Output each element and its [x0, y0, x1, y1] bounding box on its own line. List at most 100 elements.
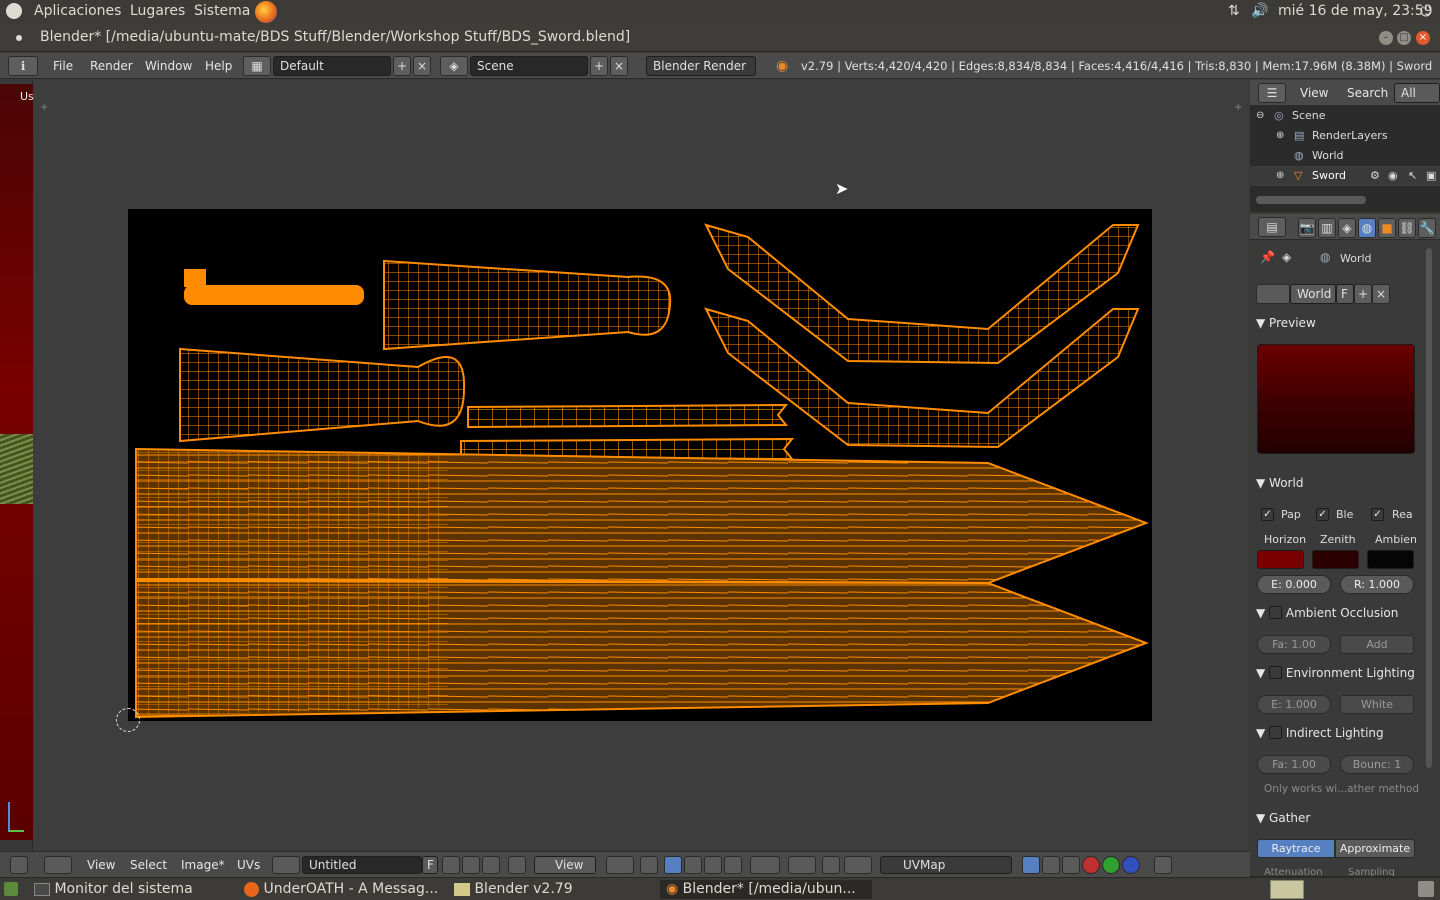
uv-island-guard-top[interactable] — [467, 403, 789, 429]
viewport-sliver[interactable]: Us — [0, 84, 34, 840]
menu-render[interactable]: Render — [90, 59, 133, 73]
tab-modifiers-icon[interactable]: 🔧 — [1418, 218, 1436, 238]
menu-file[interactable]: File — [53, 59, 73, 73]
gather-approximate-tab[interactable]: Approximate — [1335, 839, 1415, 858]
indirect-bounces-field[interactable]: Bounc: 1 — [1340, 755, 1414, 774]
uv-island-handle-bottom[interactable] — [179, 347, 466, 443]
collapse-icon[interactable]: ⊖ — [1256, 106, 1264, 126]
uv-menu-uvs[interactable]: UVs — [237, 858, 260, 872]
uv-menu-view[interactable]: View — [87, 858, 115, 872]
uv-editor-type-icon[interactable] — [44, 856, 72, 874]
outliner-display-mode[interactable]: All Scen — [1394, 83, 1440, 118]
menu-help[interactable]: Help — [205, 59, 232, 73]
panel-preview[interactable]: ▼ Preview — [1256, 312, 1418, 334]
edge-select-icon[interactable] — [684, 856, 702, 874]
snap-element-icon[interactable] — [844, 856, 872, 874]
tab-world-icon[interactable]: ◍ — [1358, 218, 1376, 238]
clock[interactable]: mié 16 de may, 23:59 — [1278, 3, 1433, 19]
island-select-icon[interactable] — [724, 856, 742, 874]
expand-toolshelf-icon[interactable]: + — [40, 102, 48, 113]
taskbar-item-firefox[interactable]: UnderOATH - A Messag... — [244, 880, 438, 899]
image-browse-icon[interactable] — [272, 856, 300, 874]
ao-factor-field[interactable]: Fa: 1.00 — [1257, 635, 1331, 654]
panel-world[interactable]: ▼ World — [1256, 472, 1418, 494]
world-datablock-field[interactable]: World — [1290, 284, 1336, 304]
outliner-item-renderlayers[interactable]: ⊕ ▤ RenderLayers — [1250, 126, 1440, 146]
outliner-item-world[interactable]: ◍ World — [1250, 146, 1440, 166]
scene-field[interactable]: Scene — [470, 56, 588, 76]
taskbar-item-monitor[interactable]: Monitor del sistema — [34, 880, 193, 899]
uv-image-editor[interactable]: + + ➤ — [34, 80, 1248, 850]
range-field[interactable]: R: 1.000 — [1340, 575, 1414, 594]
firefox-icon[interactable] — [255, 1, 277, 23]
outliner-item-sword[interactable]: ⊕ ▽ Sword ⚙ ◉ ↖ ▣ — [1250, 166, 1440, 186]
uvmap-select[interactable]: UVMap — [880, 856, 1012, 874]
channel-blue-icon[interactable] — [1122, 856, 1140, 874]
pin-icon[interactable]: 📌 — [1260, 250, 1275, 264]
env-checkbox[interactable] — [1269, 666, 1283, 679]
view-mode-select[interactable]: View — [534, 856, 596, 874]
properties-scrollbar[interactable] — [1426, 248, 1432, 768]
indirect-factor-field[interactable]: Fa: 1.00 — [1257, 755, 1331, 774]
zenith-color-swatch[interactable] — [1312, 550, 1359, 569]
fake-user-button[interactable]: F — [1336, 284, 1354, 304]
world-browse-icon[interactable] — [1256, 284, 1290, 304]
channel-green-icon[interactable] — [1102, 856, 1120, 874]
screen-layout-icon[interactable]: ▦ — [243, 56, 271, 76]
snap-icon[interactable] — [822, 856, 840, 874]
checker-icon[interactable] — [1042, 856, 1060, 874]
maximize-button[interactable]: □ — [1397, 31, 1411, 45]
volume-icon[interactable]: 🔊 — [1251, 3, 1268, 19]
outliner-scrollbar[interactable] — [1256, 196, 1366, 204]
tab-object-icon[interactable]: ■ — [1378, 218, 1396, 238]
ao-blend-select[interactable]: Add — [1340, 635, 1414, 654]
uv-island-grip[interactable] — [184, 269, 364, 305]
network-icon[interactable]: ⇅ — [1228, 3, 1240, 19]
taskbar-item-blender[interactable]: ◉ Blender* [/media/ubun... — [660, 880, 872, 899]
tab-scene-icon[interactable]: ◈ — [1338, 218, 1356, 238]
horizon-color-swatch[interactable] — [1257, 550, 1304, 569]
editor-type-info-icon[interactable]: ℹ — [8, 56, 38, 76]
render-engine-select[interactable]: Blender Render — [646, 56, 756, 76]
trash-icon[interactable] — [1418, 881, 1434, 897]
expand-sidebar-icon[interactable]: + — [1234, 102, 1242, 113]
editor-type-properties-icon[interactable]: ▤ — [1258, 217, 1286, 237]
uv-2d-cursor-icon[interactable] — [116, 708, 140, 732]
channel-red-icon[interactable] — [1082, 856, 1100, 874]
panel-indirect-lighting[interactable]: ▼ Indirect Lighting — [1256, 722, 1418, 744]
uv-menu-select[interactable]: Select — [130, 858, 167, 872]
unlink-world-button[interactable]: × — [1372, 284, 1390, 304]
menu-window[interactable]: Window — [145, 59, 192, 73]
outliner-menu-view[interactable]: View — [1300, 86, 1328, 100]
menu-sistema[interactable]: Sistema — [194, 3, 250, 19]
tab-render-icon[interactable]: 📷 — [1298, 218, 1316, 238]
uv-island-handle-top[interactable] — [383, 259, 672, 351]
taskbar-item-folder[interactable]: Blender v2.79 — [454, 880, 573, 899]
expand-icon[interactable]: ⊕ — [1276, 126, 1284, 146]
gather-raytrace-tab[interactable]: Raytrace — [1257, 839, 1335, 858]
workspace-switcher[interactable] — [1270, 880, 1304, 899]
outliner-menu-search[interactable]: Search — [1347, 86, 1388, 100]
blend-sky-checkbox[interactable]: ✓ — [1316, 508, 1329, 521]
menu-aplicaciones[interactable]: Aplicaciones — [34, 3, 121, 19]
exposure-field[interactable]: E: 0.000 — [1257, 575, 1331, 594]
screen-layout-field[interactable]: Default — [273, 56, 391, 76]
sticky-mode-icon[interactable] — [750, 856, 780, 874]
remove-scene-button[interactable]: × — [610, 56, 628, 76]
selectable-arrow-icon[interactable]: ↖ — [1408, 166, 1417, 186]
env-energy-field[interactable]: E: 1.000 — [1257, 695, 1331, 714]
render-camera-icon[interactable]: ▣ — [1426, 166, 1436, 186]
vertex-select-icon[interactable] — [664, 856, 682, 874]
panel-environment-lighting[interactable]: ▼ Environment Lighting — [1256, 662, 1418, 684]
alpha-icon[interactable] — [1062, 856, 1080, 874]
scene-icon[interactable]: ◈ — [440, 56, 468, 76]
env-color-select[interactable]: White — [1340, 695, 1414, 714]
panel-ambient-occlusion[interactable]: ▼ Ambient Occlusion — [1256, 602, 1418, 624]
add-layout-button[interactable]: + — [393, 56, 411, 76]
panel-gather[interactable]: ▼ Gather — [1256, 807, 1418, 829]
indirect-checkbox[interactable] — [1269, 726, 1283, 739]
ubuntu-logo-icon[interactable] — [6, 3, 22, 19]
image-name-field[interactable]: Untitled — [302, 856, 422, 874]
unlink-image-button[interactable] — [482, 856, 500, 874]
uv-menu-image[interactable]: Image* — [181, 858, 225, 872]
